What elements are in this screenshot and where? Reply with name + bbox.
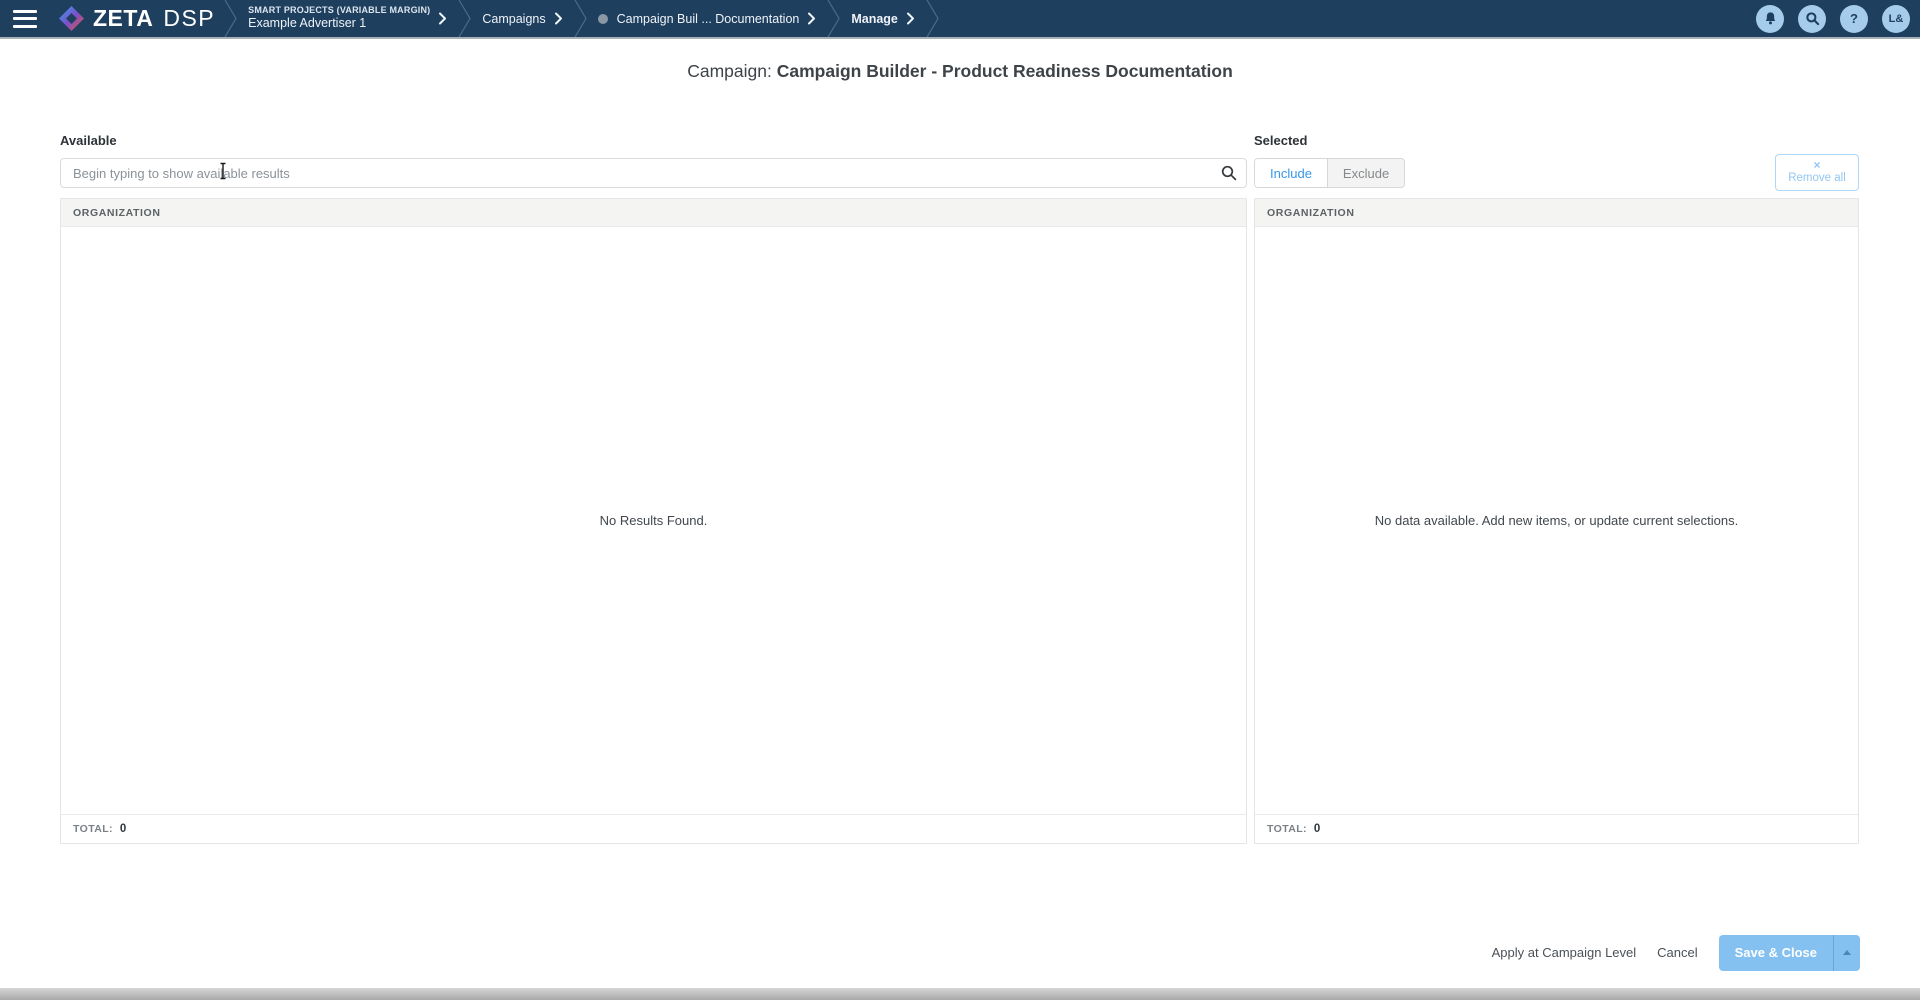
remove-all-button[interactable]: × Remove all bbox=[1775, 154, 1859, 191]
selected-empty-message: No data available. Add new items, or upd… bbox=[1255, 227, 1858, 814]
breadcrumb-separator-icon bbox=[457, 0, 472, 37]
selected-column-header: ORGANIZATION bbox=[1255, 199, 1858, 227]
avatar-initials: L& bbox=[1889, 13, 1904, 25]
available-empty-message: No Results Found. bbox=[61, 227, 1246, 814]
x-icon: × bbox=[1813, 159, 1820, 171]
zeta-dsp-logo[interactable]: ZETA DSP bbox=[58, 5, 215, 32]
available-panel: Available ORGANIZATION No Results Found.… bbox=[60, 133, 1247, 844]
breadcrumb-item-manage[interactable]: Manage bbox=[841, 12, 925, 26]
notifications-button[interactable] bbox=[1756, 5, 1784, 33]
total-value: 0 bbox=[120, 823, 126, 835]
breadcrumb-separator-icon bbox=[925, 0, 940, 37]
breadcrumb: SMART PROJECTS (VARIABLE MARGIN) Example… bbox=[223, 0, 940, 37]
brand-zeta-text: ZETA bbox=[93, 5, 153, 32]
breadcrumb-separator-icon bbox=[573, 0, 588, 37]
bottom-scrollbar-strip[interactable] bbox=[0, 988, 1920, 1000]
breadcrumb-label: Campaign Buil ... Documentation bbox=[617, 12, 800, 26]
breadcrumb-eyebrow: SMART PROJECTS (VARIABLE MARGIN) bbox=[248, 5, 430, 16]
screen: ZETA DSP SMART PROJECTS (VARIABLE MARGIN… bbox=[0, 0, 1920, 1000]
question-mark-icon: ? bbox=[1850, 11, 1858, 26]
breadcrumb-item-advertiser[interactable]: SMART PROJECTS (VARIABLE MARGIN) Example… bbox=[238, 5, 457, 32]
include-exclude-toggle: Include Exclude bbox=[1254, 158, 1405, 188]
available-search-input[interactable] bbox=[60, 158, 1247, 188]
breadcrumb-item-campaign[interactable]: Campaign Buil ... Documentation bbox=[588, 12, 827, 26]
caret-up-icon bbox=[1843, 950, 1851, 955]
available-total-row: TOTAL: 0 bbox=[61, 814, 1246, 843]
apply-at-campaign-level-button[interactable]: Apply at Campaign Level bbox=[1492, 945, 1637, 960]
user-avatar[interactable]: L& bbox=[1882, 5, 1910, 33]
remove-all-label: Remove all bbox=[1788, 172, 1846, 186]
zeta-diamond-icon bbox=[58, 5, 85, 32]
cancel-button[interactable]: Cancel bbox=[1657, 945, 1697, 960]
breadcrumb-separator-icon bbox=[826, 0, 841, 37]
page-title-campaign-name: Campaign Builder - Product Readiness Doc… bbox=[777, 61, 1233, 81]
total-label: TOTAL: bbox=[73, 823, 113, 835]
available-searchbox bbox=[60, 158, 1247, 188]
selected-list: ORGANIZATION No data available. Add new … bbox=[1254, 198, 1859, 844]
breadcrumb-item-campaigns[interactable]: Campaigns bbox=[472, 12, 572, 26]
topbar: ZETA DSP SMART PROJECTS (VARIABLE MARGIN… bbox=[0, 0, 1920, 37]
search-icon[interactable] bbox=[1221, 165, 1237, 181]
chevron-right-icon bbox=[808, 12, 816, 25]
selected-panel: Selected Include Exclude × Remove all OR… bbox=[1254, 133, 1859, 844]
hamburger-menu-icon[interactable] bbox=[13, 10, 37, 28]
breadcrumb-separator-icon bbox=[223, 0, 238, 37]
exclude-button[interactable]: Exclude bbox=[1328, 159, 1404, 187]
include-button[interactable]: Include bbox=[1255, 159, 1328, 187]
search-icon bbox=[1805, 11, 1820, 26]
save-and-close-split-button: Save & Close bbox=[1719, 935, 1860, 971]
topbar-actions: ? L& bbox=[1756, 5, 1920, 33]
selected-total-row: TOTAL: 0 bbox=[1255, 814, 1858, 843]
chevron-right-icon bbox=[439, 12, 447, 25]
brand-dsp-text: DSP bbox=[163, 5, 215, 32]
total-value: 0 bbox=[1314, 823, 1320, 835]
save-and-close-button[interactable]: Save & Close bbox=[1719, 935, 1833, 971]
bell-icon bbox=[1763, 11, 1778, 26]
chevron-right-icon bbox=[555, 12, 563, 25]
footer-actions: Apply at Campaign Level Cancel Save & Cl… bbox=[1492, 934, 1860, 971]
global-search-button[interactable] bbox=[1798, 5, 1826, 33]
page-title-prefix: Campaign: bbox=[687, 61, 772, 81]
available-list: ORGANIZATION No Results Found. TOTAL: 0 bbox=[60, 198, 1247, 844]
breadcrumb-label: Example Advertiser 1 bbox=[248, 16, 366, 32]
available-label: Available bbox=[60, 133, 1247, 149]
breadcrumb-label: Manage bbox=[851, 12, 898, 26]
total-label: TOTAL: bbox=[1267, 823, 1307, 835]
available-column-header: ORGANIZATION bbox=[61, 199, 1246, 227]
status-dot-icon bbox=[598, 14, 608, 24]
breadcrumb-label: Campaigns bbox=[482, 12, 545, 26]
help-button[interactable]: ? bbox=[1840, 5, 1868, 33]
chevron-right-icon bbox=[907, 12, 915, 25]
save-options-dropdown-button[interactable] bbox=[1833, 935, 1860, 971]
page-title: Campaign: Campaign Builder - Product Rea… bbox=[0, 61, 1920, 82]
selected-label: Selected bbox=[1254, 133, 1859, 149]
